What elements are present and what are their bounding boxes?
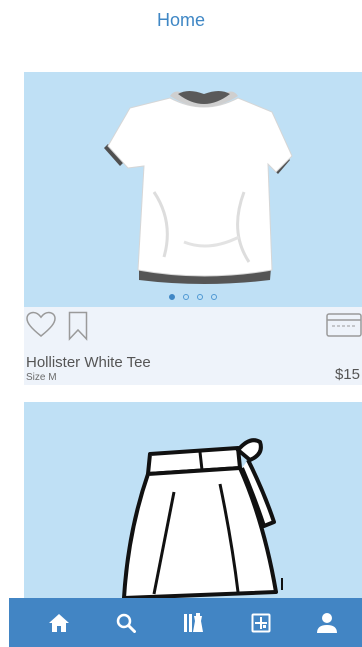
page-title: Home bbox=[156, 10, 205, 30]
tab-home[interactable] bbox=[39, 598, 79, 647]
white-tshirt-illustration bbox=[104, 91, 293, 284]
tab-profile[interactable] bbox=[307, 598, 347, 647]
carousel-dot[interactable] bbox=[183, 294, 189, 300]
credit-card-icon[interactable] bbox=[326, 313, 362, 342]
closet-icon bbox=[184, 612, 203, 632]
feed[interactable]: Hollister White Tee Size M $15 bbox=[0, 40, 362, 598]
home-icon bbox=[49, 613, 69, 632]
item-price: $15 bbox=[334, 366, 360, 383]
skirt-illustration bbox=[122, 438, 283, 598]
header: Home bbox=[0, 0, 362, 40]
product-card[interactable]: Hollister White Tee Size M $15 bbox=[24, 72, 362, 385]
card-actions bbox=[24, 307, 362, 347]
heart-icon[interactable] bbox=[26, 311, 56, 344]
carousel-dots[interactable] bbox=[24, 294, 362, 300]
search-icon bbox=[116, 613, 136, 633]
bookmark-icon[interactable] bbox=[68, 311, 88, 346]
product-image[interactable] bbox=[24, 402, 362, 598]
store-icon bbox=[251, 613, 271, 632]
carousel-dot[interactable] bbox=[197, 294, 203, 300]
item-size: Size M bbox=[26, 372, 57, 383]
tab-bar bbox=[9, 598, 362, 647]
carousel-dot[interactable] bbox=[211, 294, 217, 300]
item-title[interactable]: Hollister White Tee bbox=[26, 354, 151, 371]
carousel-dot-active[interactable] bbox=[169, 294, 175, 300]
card-info: Hollister White Tee Size M $15 bbox=[24, 347, 362, 385]
product-image[interactable] bbox=[24, 72, 362, 307]
profile-icon bbox=[317, 612, 337, 633]
tab-closet[interactable] bbox=[173, 598, 213, 647]
tab-search[interactable] bbox=[106, 598, 146, 647]
tab-store[interactable] bbox=[241, 598, 281, 647]
product-card[interactable] bbox=[24, 402, 362, 598]
